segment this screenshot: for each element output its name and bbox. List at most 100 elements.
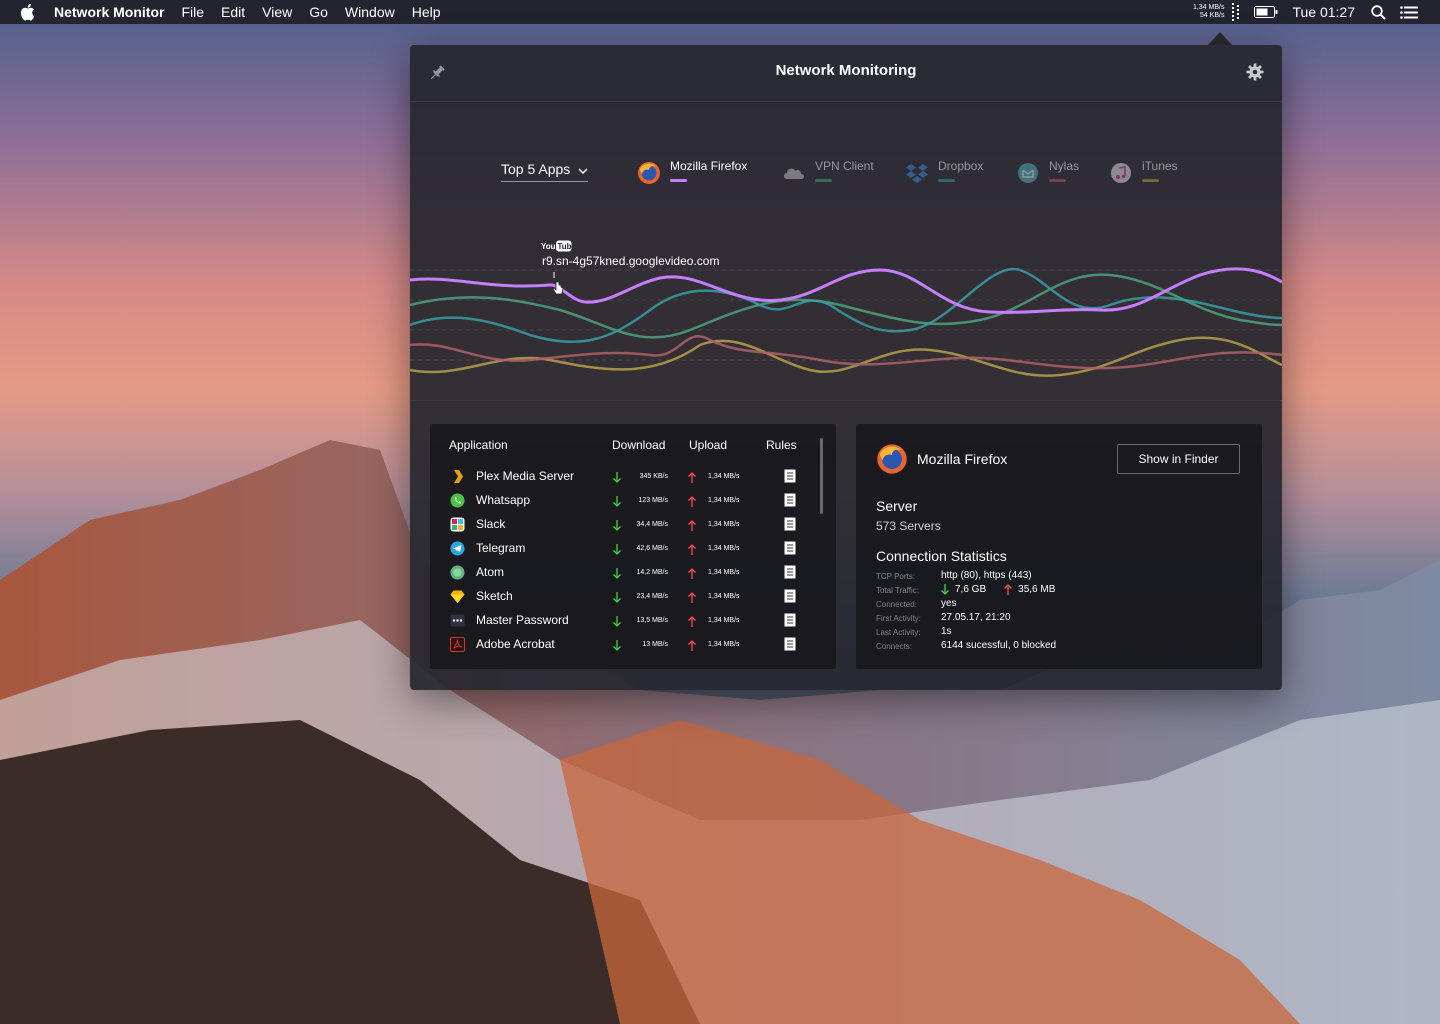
upload-rate: 1,34 MB/s	[708, 473, 740, 480]
download-rate: 13 MB/s	[642, 641, 668, 648]
tab-label: Mozilla Firefox	[670, 159, 748, 173]
table-row[interactable]: Slack 34,4 MB/s 1,34 MB/s	[430, 513, 836, 537]
tab-itunes[interactable]: iTunes	[1109, 159, 1178, 185]
download-arrow-icon	[613, 518, 621, 536]
upload-arrow-icon	[688, 518, 696, 536]
firefox-icon	[876, 443, 908, 480]
tab-vpn-client[interactable]: VPN Client	[782, 159, 874, 185]
upload-rate: 1,34 MB/s	[708, 593, 740, 600]
network-graph-icon[interactable]	[1232, 3, 1240, 21]
menu-window[interactable]: Window	[345, 4, 395, 20]
tab-mozilla-firefox[interactable]: Mozilla Firefox	[637, 159, 747, 185]
app-name: Adobe Acrobat	[476, 637, 555, 651]
rules-document-icon[interactable]	[784, 517, 796, 536]
top-apps-dropdown[interactable]: Top 5 Apps	[501, 161, 589, 182]
column-header-upload[interactable]: Upload	[689, 438, 727, 452]
traffic-down: 7,6 GB	[955, 584, 987, 595]
table-row[interactable]: Plex Media Server 345 KB/s 1,34 MB/s	[430, 465, 836, 489]
tab-color-indicator	[938, 179, 955, 182]
app-detail-panel: Mozilla Firefox Show in Finder Server 57…	[856, 424, 1262, 669]
battery-icon[interactable]	[1254, 6, 1278, 18]
rules-document-icon[interactable]	[784, 613, 796, 632]
rules-document-icon[interactable]	[784, 637, 796, 656]
plex-icon	[450, 469, 465, 484]
upload-arrow-icon	[688, 542, 696, 560]
menu-edit[interactable]: Edit	[221, 4, 245, 20]
app-name: Master Password	[476, 613, 569, 627]
gear-icon[interactable]	[1246, 63, 1264, 86]
upload-rate: 1,34 MB/s	[708, 617, 740, 624]
upload-arrow-icon	[688, 590, 696, 608]
tab-dropbox[interactable]: Dropbox	[905, 159, 983, 185]
notification-center-icon[interactable]	[1400, 5, 1418, 19]
app-name: Slack	[476, 517, 506, 531]
applications-table: Application Download Upload Rules Plex M…	[430, 424, 836, 669]
app-name: Sketch	[476, 589, 513, 603]
network-monitor-popover: Network Monitoring Top 5 Apps Mozilla Fi…	[410, 45, 1282, 690]
upload-arrow-icon	[688, 494, 696, 512]
app-name: Telegram	[476, 541, 526, 555]
stat-tcp-ports: http (80), https (443)	[941, 570, 1032, 581]
tab-color-indicator	[815, 179, 832, 182]
connection-stats-heading: Connection Statistics	[876, 548, 1007, 564]
stat-connected: yes	[941, 598, 957, 609]
stat-last-activity: 1s	[941, 626, 952, 637]
network-rates-status[interactable]: 1,34 MB/s 54 KB/s	[1193, 4, 1225, 20]
column-header-application[interactable]: Application	[449, 438, 508, 452]
rate-up: 54 KB/s	[1199, 12, 1225, 19]
upload-arrow-icon	[688, 470, 696, 488]
upload-rate: 1,34 MB/s	[708, 569, 740, 576]
table-row[interactable]: Adobe Acrobat 13 MB/s 1,34 MB/s	[430, 633, 836, 657]
menubar-clock[interactable]: Tue 01:27	[1292, 4, 1355, 20]
nylas-icon	[1016, 161, 1040, 185]
menu-go[interactable]: Go	[309, 4, 328, 20]
detail-app-name: Mozilla Firefox	[917, 451, 1008, 467]
table-row[interactable]: Whatsapp 123 MB/s 1,34 MB/s	[430, 489, 836, 513]
table-row[interactable]: Sketch 23,4 MB/s 1,34 MB/s	[430, 585, 836, 609]
download-rate: 23,4 MB/s	[636, 593, 668, 600]
sketch-icon	[450, 589, 465, 604]
download-arrow-icon	[613, 590, 621, 608]
show-in-finder-button[interactable]: Show in Finder	[1117, 444, 1240, 474]
tab-color-indicator	[670, 179, 687, 182]
table-row[interactable]: Atom 14,2 MB/s 1,34 MB/s	[430, 561, 836, 585]
menu-app-name[interactable]: Network Monitor	[54, 4, 164, 20]
download-rate: 345 KB/s	[639, 473, 668, 480]
tab-label: Dropbox	[938, 159, 984, 173]
atom-icon	[450, 565, 465, 580]
tab-label: VPN Client	[815, 159, 874, 173]
tab-nylas[interactable]: Nylas	[1016, 159, 1079, 185]
column-header-download[interactable]: Download	[612, 438, 665, 452]
upload-arrow-icon	[1004, 584, 1013, 595]
app-name: Plex Media Server	[476, 469, 575, 483]
rules-document-icon[interactable]	[784, 565, 796, 584]
menu-file[interactable]: File	[181, 4, 204, 20]
menu-help[interactable]: Help	[412, 4, 441, 20]
stat-label-last-activity: Last Activity:	[876, 628, 921, 637]
download-arrow-icon	[941, 584, 949, 595]
tab-label: Nylas	[1049, 159, 1080, 173]
top-apps-dropdown-label: Top 5 Apps	[501, 161, 571, 177]
stat-total-traffic: 7,6 GB 35,6 MB	[941, 584, 1073, 595]
download-rate: 34,4 MB/s	[636, 521, 668, 528]
column-header-rules[interactable]: Rules	[766, 438, 797, 452]
rules-document-icon[interactable]	[784, 493, 796, 512]
download-arrow-icon	[613, 470, 621, 488]
rules-document-icon[interactable]	[784, 589, 796, 608]
download-rate: 14,2 MB/s	[636, 569, 668, 576]
menu-view[interactable]: View	[262, 4, 292, 20]
network-traffic-chart[interactable]	[410, 230, 1282, 400]
stat-connects: 6144 sucessful, 0 blocked	[941, 640, 1057, 651]
chart-series-itunes	[410, 336, 1282, 377]
upload-arrow-icon	[688, 566, 696, 584]
spotlight-search-icon[interactable]	[1371, 4, 1386, 20]
title-bar: Network Monitoring	[410, 45, 1282, 102]
rules-document-icon[interactable]	[784, 541, 796, 560]
upload-rate: 1,34 MB/s	[708, 545, 740, 552]
table-row[interactable]: Master Password 13,5 MB/s 1,34 MB/s	[430, 609, 836, 633]
apple-icon[interactable]	[20, 3, 38, 21]
table-row[interactable]: Telegram 42,6 MB/s 1,34 MB/s	[430, 537, 836, 561]
app-name: Whatsapp	[476, 493, 531, 507]
rules-document-icon[interactable]	[784, 469, 796, 488]
download-arrow-icon	[613, 614, 621, 632]
